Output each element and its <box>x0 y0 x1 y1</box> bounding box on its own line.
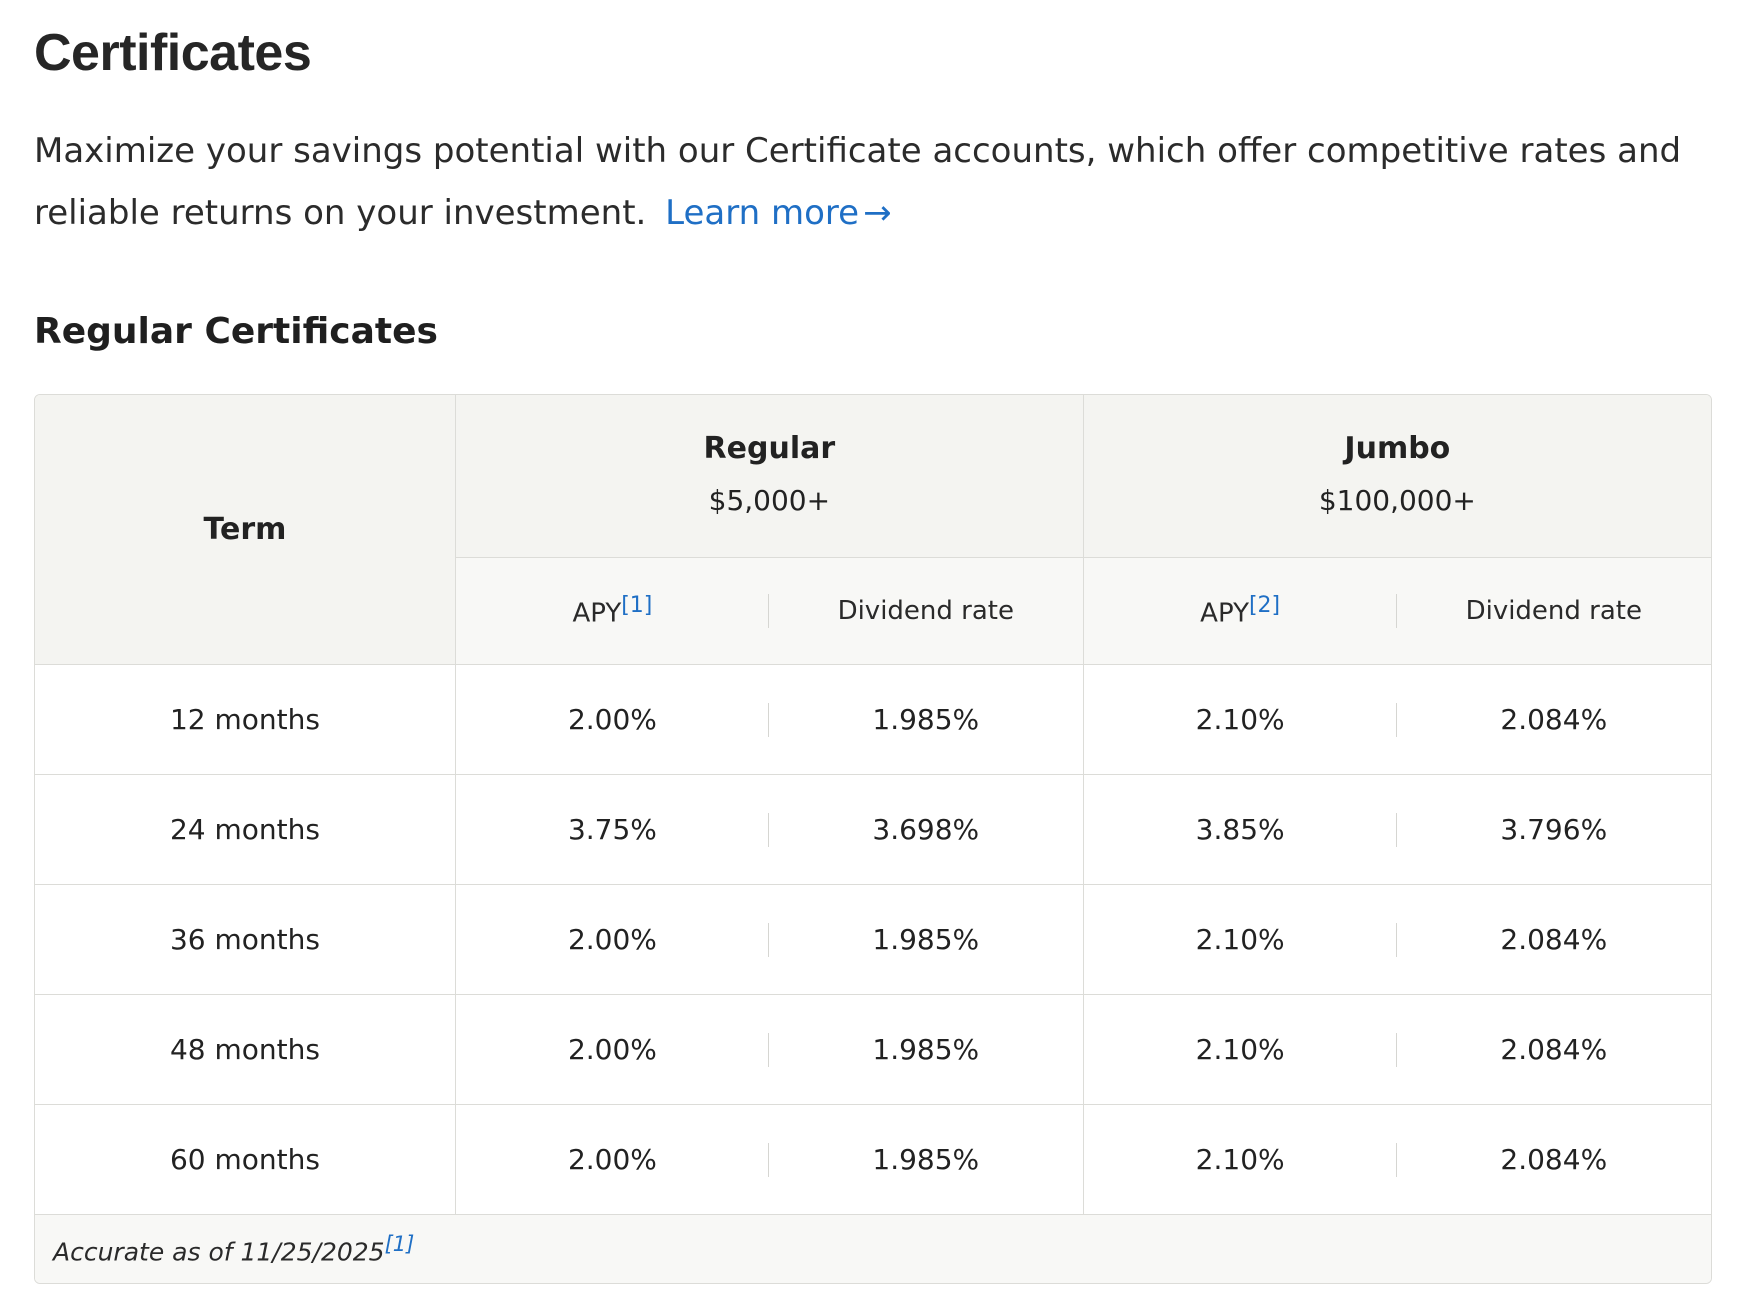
jumbo-group-header: Jumbo $100,000+ <box>1083 395 1711 558</box>
jumbo-apy-cell: 2.10% <box>1083 884 1397 995</box>
regular-apy-cell: 2.00% <box>455 884 769 995</box>
section-title: Regular Certificates <box>34 311 438 352</box>
regular-apy-footnote-link[interactable]: [1] <box>621 593 652 618</box>
rates-table: Term Regular $5,000+ Jumbo $100,000+ APY… <box>35 395 1711 1283</box>
jumbo-apy-cell: 3.85% <box>1083 774 1397 885</box>
jumbo-dividend-cell: 2.084% <box>1396 664 1711 775</box>
table-row: 24 months 3.75% 3.698% 3.85% 3.796% <box>35 774 1711 885</box>
learn-more-link[interactable]: Learn more → <box>665 193 891 233</box>
table-row: 48 months 2.00% 1.985% 2.10% 2.084% <box>35 994 1711 1105</box>
regular-apy-cell: 3.75% <box>455 774 769 885</box>
regular-group-name: Regular <box>703 431 836 466</box>
regular-dividend-cell: 3.698% <box>768 774 1084 885</box>
jumbo-dividend-cell: 2.084% <box>1396 994 1711 1105</box>
term-cell: 60 months <box>35 1104 456 1215</box>
regular-group-header: Regular $5,000+ <box>455 395 1084 558</box>
intro-paragraph: Maximize your savings potential with our… <box>34 120 1714 244</box>
jumbo-dividend-cell: 2.084% <box>1396 884 1711 995</box>
footnote-ref-link[interactable]: [1] <box>385 1232 415 1256</box>
regular-apy-cell: 2.00% <box>455 664 769 775</box>
jumbo-group-name: Jumbo <box>1344 431 1451 466</box>
jumbo-apy-cell: 2.10% <box>1083 994 1397 1105</box>
term-cell: 36 months <box>35 884 456 995</box>
regular-apy-cell: 2.00% <box>455 1104 769 1215</box>
regular-apy-header: APY[1] <box>455 557 769 665</box>
regular-dividend-cell: 1.985% <box>768 664 1084 775</box>
term-cell: 48 months <box>35 994 456 1105</box>
jumbo-apy-footnote-link[interactable]: [2] <box>1249 593 1280 618</box>
term-header: Term <box>35 395 456 665</box>
regular-dividend-cell: 1.985% <box>768 1104 1084 1215</box>
footnote-text: Accurate as of 11/25/2025 <box>53 1237 385 1267</box>
page: Certificates Maximize your savings poten… <box>0 0 1744 1284</box>
jumbo-apy-cell: 2.10% <box>1083 1104 1397 1215</box>
jumbo-group-minimum: $100,000+ <box>1318 484 1476 517</box>
page-title: Certificates <box>34 24 312 82</box>
regular-dividend-header: Dividend rate <box>768 557 1084 665</box>
jumbo-dividend-cell: 3.796% <box>1396 774 1711 885</box>
arrow-right-icon: → <box>863 193 892 233</box>
regular-group-minimum: $5,000+ <box>708 484 831 517</box>
regular-apy-cell: 2.00% <box>455 994 769 1105</box>
regular-dividend-cell: 1.985% <box>768 994 1084 1105</box>
jumbo-apy-cell: 2.10% <box>1083 664 1397 775</box>
table-footnote: Accurate as of 11/25/2025[1] <box>35 1214 1711 1283</box>
term-cell: 24 months <box>35 774 456 885</box>
regular-apy-label: APY <box>572 598 622 629</box>
regular-dividend-cell: 1.985% <box>768 884 1084 995</box>
rates-table-container: Term Regular $5,000+ Jumbo $100,000+ APY… <box>34 394 1712 1284</box>
table-footnote-row: Accurate as of 11/25/2025[1] <box>35 1214 1711 1283</box>
table-row: 36 months 2.00% 1.985% 2.10% 2.084% <box>35 884 1711 995</box>
jumbo-dividend-cell: 2.084% <box>1396 1104 1711 1215</box>
learn-more-label: Learn more <box>665 193 860 233</box>
jumbo-apy-label: APY <box>1200 598 1249 629</box>
table-row: 60 months 2.00% 1.985% 2.10% 2.084% <box>35 1104 1711 1215</box>
table-row: 12 months 2.00% 1.985% 2.10% 2.084% <box>35 664 1711 775</box>
jumbo-dividend-header: Dividend rate <box>1396 557 1711 665</box>
jumbo-apy-header: APY[2] <box>1083 557 1397 665</box>
term-cell: 12 months <box>35 664 456 775</box>
